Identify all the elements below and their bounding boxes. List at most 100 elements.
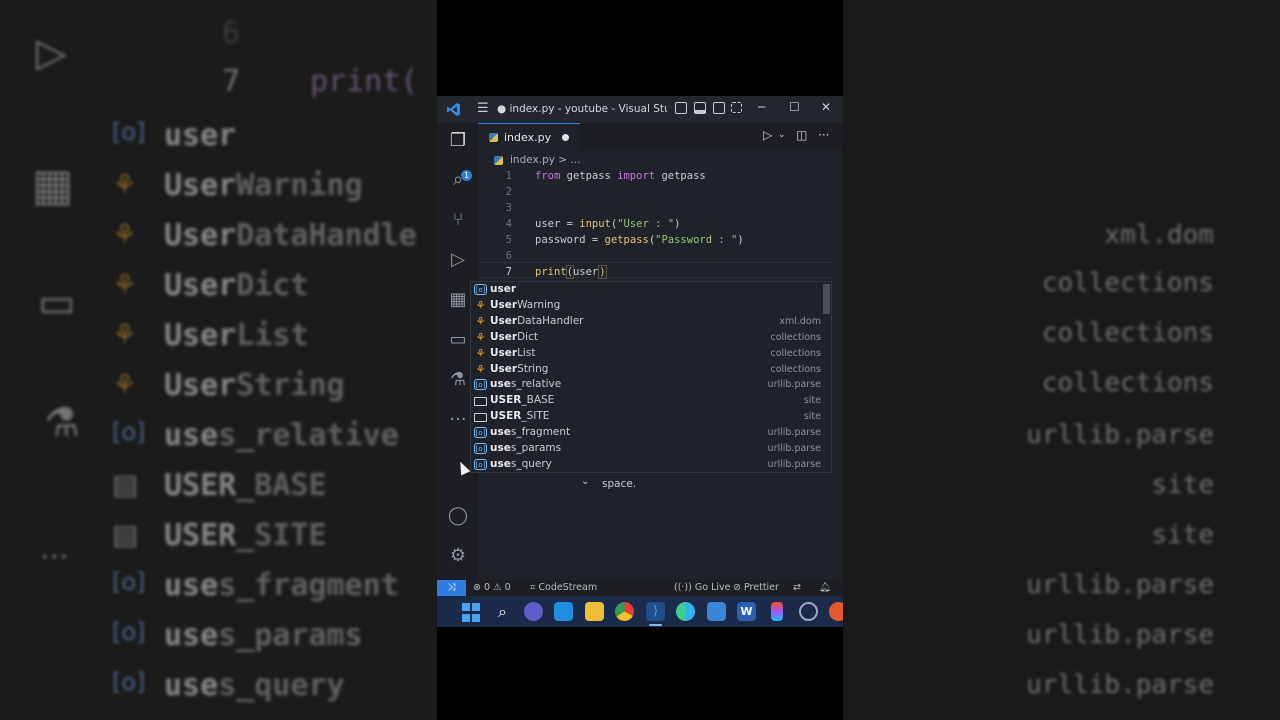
more-actions-icon[interactable]: ··· — [818, 128, 829, 142]
accounts-icon[interactable]: ◯ — [447, 505, 469, 527]
backdrop-suggestion: user — [164, 118, 236, 153]
edge-icon[interactable] — [676, 602, 695, 621]
suggestion-detail: urllib.parse — [767, 458, 821, 470]
notifications-bell-icon[interactable]: 🔔︎ — [819, 582, 831, 593]
unsaved-dot-icon[interactable] — [562, 134, 569, 141]
python-file-icon — [489, 133, 498, 142]
extensions-icon: ▦ — [32, 160, 74, 211]
word-icon[interactable]: W — [737, 602, 756, 621]
search-icon[interactable]: ⌕ — [493, 602, 512, 621]
maximize-button[interactable]: ☐ — [789, 100, 800, 114]
teams-chat-icon[interactable] — [524, 602, 543, 621]
backdrop-detail: urllib.parse — [1026, 570, 1214, 600]
paren: ) — [674, 218, 681, 230]
chrome-icon[interactable] — [615, 602, 634, 621]
toggle-panel-icon[interactable] — [694, 102, 706, 114]
tab-index-py[interactable]: index.py — [478, 123, 580, 150]
breadcrumb-path[interactable]: index.py > ... — [510, 154, 580, 166]
suggestion-detail: urllib.parse — [767, 379, 821, 391]
backdrop-detail: collections — [1041, 368, 1214, 398]
start-button-icon[interactable] — [462, 603, 481, 622]
suggestion-item[interactable]: [o] uses_params urllib.parse — [471, 441, 821, 457]
suggestion-item[interactable]: ⚘ UserString collections — [471, 362, 821, 378]
suggestion-item[interactable]: ⚘ UserWarning — [471, 298, 821, 314]
close-button[interactable]: ✕ — [821, 100, 831, 114]
customize-layout-icon[interactable] — [731, 102, 742, 113]
variable-symbol-icon: [o] — [474, 427, 487, 439]
string-literal: "User : " — [617, 218, 675, 230]
vscode-taskbar-icon[interactable]: ⟩ — [646, 602, 665, 621]
run-python-file-icon[interactable]: ▷ — [763, 128, 772, 142]
toggle-secondary-sidebar-icon[interactable] — [713, 102, 725, 114]
menu-icon[interactable]: ☰ — [477, 101, 489, 116]
suggestion-label: uses_params — [490, 442, 561, 454]
search-icon[interactable]: ⌕ — [447, 169, 469, 191]
module-symbol-icon: ▤ — [112, 518, 139, 551]
problems-indicator[interactable]: ⊗ 0 ⚠ 0 — [473, 582, 511, 593]
remote-indicator-icon[interactable]: ⤨ — [437, 580, 466, 596]
chevron-down-icon[interactable]: ⌄ — [581, 476, 589, 487]
settings-taskbar-icon[interactable] — [799, 602, 818, 621]
file-explorer-icon[interactable] — [585, 602, 604, 621]
suggestion-item[interactable]: [o] user — [471, 282, 821, 298]
suggestion-item[interactable]: ⚘ UserList collections — [471, 346, 821, 362]
explorer-icon[interactable]: ❐ — [447, 130, 469, 152]
notepad-icon[interactable] — [707, 602, 726, 621]
run-debug-icon[interactable]: ▷ — [447, 249, 469, 271]
class-symbol-icon: ⚘ — [475, 362, 486, 376]
prettier-status[interactable]: ⊘ Prettier — [733, 582, 779, 593]
suggestion-rest: _SITE — [521, 410, 550, 423]
extensions-icon[interactable]: ▦ — [447, 289, 469, 311]
suggestion-detail: xml.dom — [779, 315, 821, 327]
function-name: input — [579, 218, 611, 230]
suggestion-item[interactable]: ⚘ UserDataHandler xml.dom — [471, 314, 821, 330]
variable-symbol-icon: [o] — [112, 568, 146, 596]
source-control-icon[interactable]: ⑂ — [447, 209, 469, 231]
codestream-status[interactable]: ⌗ CodeStream — [530, 582, 597, 593]
line-number: 5 — [505, 234, 512, 246]
backdrop-rest: s_fragment — [218, 568, 399, 603]
go-live-button[interactable]: ((·)) Go Live — [674, 582, 730, 593]
suggestion-item[interactable]: ⚘ UserDict collections — [471, 330, 821, 346]
settings-gear-icon[interactable]: ⚙ — [447, 545, 469, 567]
chevron-down-icon[interactable]: ⌄ — [778, 130, 786, 140]
firefox-icon[interactable] — [829, 602, 843, 621]
backdrop-line-number: 6 — [222, 16, 241, 51]
function-name: print — [535, 266, 567, 278]
minimize-button[interactable]: ─ — [758, 100, 765, 114]
suggestion-rest: s_fragment — [510, 426, 571, 439]
backdrop-match: User — [164, 168, 237, 203]
mail-icon[interactable] — [554, 602, 573, 621]
backdrop-line-number: 7 — [222, 64, 241, 99]
feedback-icon[interactable]: ⇄ — [793, 582, 801, 593]
backdrop-suggestion: UserList — [164, 318, 309, 353]
suggestion-item[interactable]: USER_BASE site — [471, 393, 821, 409]
suggestion-item[interactable]: [o] uses_fragment urllib.parse — [471, 425, 821, 441]
split-editor-icon[interactable]: ◫ — [796, 128, 807, 142]
suggestion-scrollbar[interactable] — [823, 284, 830, 314]
backdrop-rest: DataHandle — [236, 218, 417, 253]
suggestion-match: USER — [490, 394, 522, 407]
backdrop-detail: collections — [1041, 268, 1214, 298]
editor-tab-bar: index.py ▷ ⌄ ◫ ··· — [478, 123, 843, 150]
remote-explorer-icon[interactable]: ▭ — [447, 329, 469, 351]
run-debug-icon: ▷ — [36, 30, 67, 76]
line-number: 4 — [505, 218, 512, 230]
suggestion-item[interactable]: USER_SITE site — [471, 409, 821, 425]
toggle-primary-sidebar-icon[interactable] — [675, 102, 687, 114]
code-editor[interactable]: 1 2 3 4 5 6 7 from getpass import getpas… — [478, 168, 843, 288]
backdrop-rest: List — [236, 318, 309, 353]
suggestion-detail: urllib.parse — [767, 443, 821, 454]
figma-icon[interactable] — [771, 602, 783, 621]
backdrop-detail: xml.dom — [1104, 220, 1214, 250]
suggestion-item[interactable]: [o] uses_relative urllib.parse — [471, 377, 821, 393]
suggestion-rest: s_params — [510, 442, 562, 454]
suggestion-match: use — [490, 426, 511, 439]
suggestion-rest: _BASE — [521, 394, 555, 407]
module-symbol-icon — [474, 413, 487, 423]
more-icon[interactable]: ··· — [447, 409, 469, 431]
testing-icon[interactable]: ⚗ — [447, 369, 469, 391]
suggestion-item[interactable]: [o] uses_query urllib.parse — [471, 457, 821, 473]
suggestion-rest: s_query — [510, 457, 552, 470]
module-name: getpass — [560, 170, 618, 182]
